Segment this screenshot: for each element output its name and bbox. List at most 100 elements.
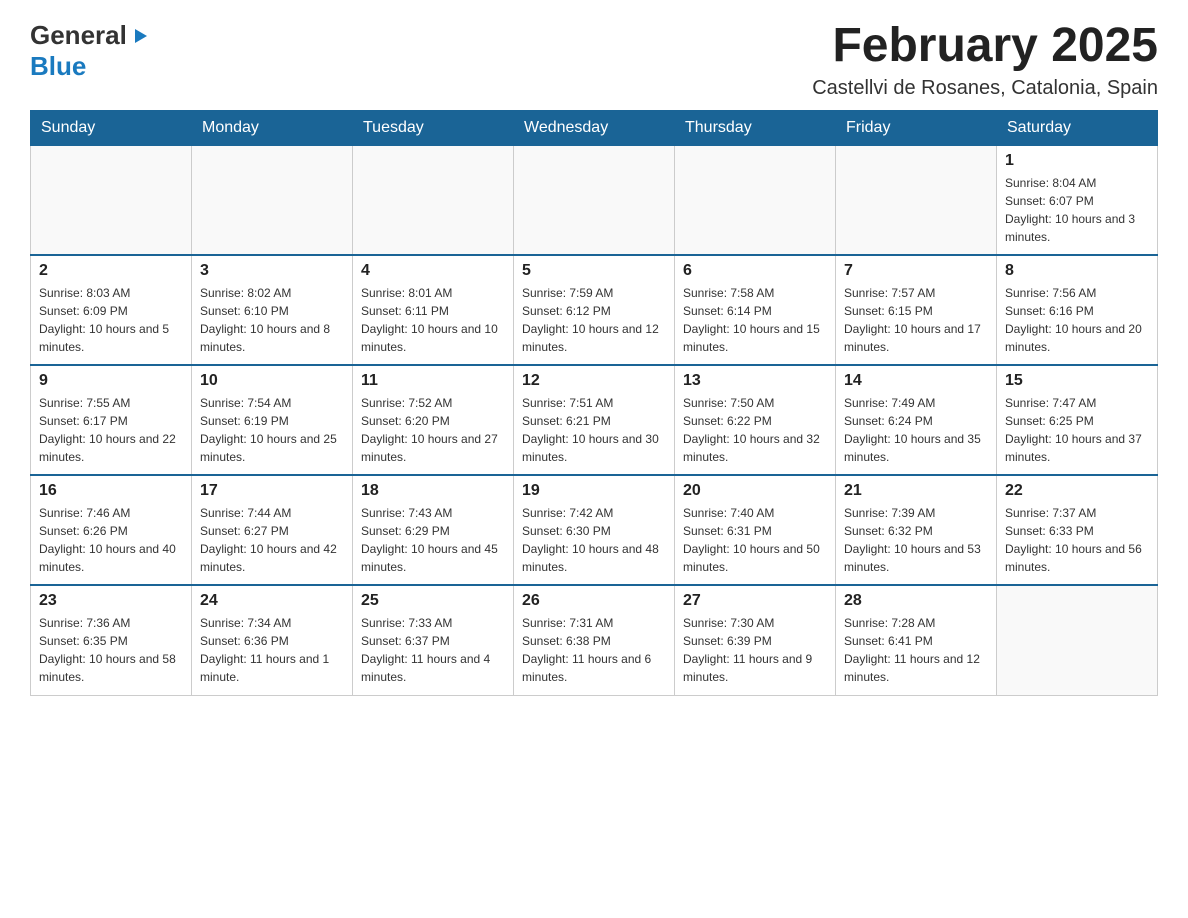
calendar-cell bbox=[836, 145, 997, 255]
calendar-cell bbox=[353, 145, 514, 255]
day-number: 7 bbox=[844, 262, 988, 280]
calendar-cell: 12 Sunrise: 7:51 AMSunset: 6:21 PMDayligh… bbox=[514, 365, 675, 475]
calendar-cell bbox=[997, 585, 1158, 695]
calendar-cell: 27Sunrise: 7:30 AMSunset: 6:39 PMDayligh… bbox=[675, 585, 836, 695]
calendar-cell: 16 Sunrise: 7:46 AMSunset: 6:26 PMDayligh… bbox=[31, 475, 192, 585]
sun-info: Sunrise: 8:04 AMSunset: 6:07 PMDaylight:… bbox=[1005, 174, 1149, 246]
header-saturday: Saturday bbox=[997, 110, 1158, 145]
calendar-cell: 26 Sunrise: 7:31 AMSunset: 6:38 PMDayligh… bbox=[514, 585, 675, 695]
calendar-cell: 28 Sunrise: 7:28 AMSunset: 6:41 PMDayligh… bbox=[836, 585, 997, 695]
day-number: 23 bbox=[39, 592, 183, 610]
calendar-cell: 6 Sunrise: 7:58 AMSunset: 6:14 PMDaylight… bbox=[675, 255, 836, 365]
calendar-cell bbox=[31, 145, 192, 255]
sun-info: Sunrise: 7:50 AMSunset: 6:22 PMDaylight:… bbox=[683, 394, 827, 466]
calendar-body: 1 Sunrise: 8:04 AMSunset: 6:07 PMDaylight… bbox=[31, 145, 1158, 695]
calendar-cell: 17 Sunrise: 7:44 AMSunset: 6:27 PMDayligh… bbox=[192, 475, 353, 585]
sun-info: Sunrise: 7:58 AMSunset: 6:14 PMDaylight:… bbox=[683, 284, 827, 356]
sun-info: Sunrise: 7:31 AMSunset: 6:38 PMDaylight:… bbox=[522, 614, 666, 686]
day-number: 12 bbox=[522, 372, 666, 390]
logo-arrow-icon bbox=[127, 25, 149, 47]
day-number: 5 bbox=[522, 262, 666, 280]
calendar-cell: 2 Sunrise: 8:03 AMSunset: 6:09 PMDaylight… bbox=[31, 255, 192, 365]
calendar-cell: 20 Sunrise: 7:40 AMSunset: 6:31 PMDayligh… bbox=[675, 475, 836, 585]
sun-info: Sunrise: 7:46 AMSunset: 6:26 PMDaylight:… bbox=[39, 504, 183, 576]
sun-info: Sunrise: 7:28 AMSunset: 6:41 PMDaylight:… bbox=[844, 614, 988, 686]
sun-info: Sunrise: 7:36 AMSunset: 6:35 PMDaylight:… bbox=[39, 614, 183, 686]
sun-info: Sunrise: 7:54 AMSunset: 6:19 PMDaylight:… bbox=[200, 394, 344, 466]
calendar-cell: 14Sunrise: 7:49 AMSunset: 6:24 PMDayligh… bbox=[836, 365, 997, 475]
sun-info: Sunrise: 7:59 AMSunset: 6:12 PMDaylight:… bbox=[522, 284, 666, 356]
calendar-cell: 24Sunrise: 7:34 AMSunset: 6:36 PMDayligh… bbox=[192, 585, 353, 695]
calendar-cell: 15 Sunrise: 7:47 AMSunset: 6:25 PMDayligh… bbox=[997, 365, 1158, 475]
week-row-0: 1 Sunrise: 8:04 AMSunset: 6:07 PMDaylight… bbox=[31, 145, 1158, 255]
calendar-cell: 23 Sunrise: 7:36 AMSunset: 6:35 PMDayligh… bbox=[31, 585, 192, 695]
day-number: 25 bbox=[361, 592, 505, 610]
week-row-4: 23 Sunrise: 7:36 AMSunset: 6:35 PMDayligh… bbox=[31, 585, 1158, 695]
day-number: 4 bbox=[361, 262, 505, 280]
calendar-cell: 18 Sunrise: 7:43 AMSunset: 6:29 PMDayligh… bbox=[353, 475, 514, 585]
title-block: February 2025 Castellvi de Rosanes, Cata… bbox=[812, 20, 1158, 100]
calendar-cell bbox=[514, 145, 675, 255]
day-number: 3 bbox=[200, 262, 344, 280]
day-number: 26 bbox=[522, 592, 666, 610]
calendar-cell bbox=[192, 145, 353, 255]
day-number: 14 bbox=[844, 372, 988, 390]
day-number: 10 bbox=[200, 372, 344, 390]
header-sunday: Sunday bbox=[31, 110, 192, 145]
calendar-cell: 13 Sunrise: 7:50 AMSunset: 6:22 PMDayligh… bbox=[675, 365, 836, 475]
calendar-cell: 4Sunrise: 8:01 AMSunset: 6:11 PMDaylight… bbox=[353, 255, 514, 365]
calendar-cell: 11Sunrise: 7:52 AMSunset: 6:20 PMDayligh… bbox=[353, 365, 514, 475]
sun-info: Sunrise: 8:03 AMSunset: 6:09 PMDaylight:… bbox=[39, 284, 183, 356]
day-number: 9 bbox=[39, 372, 183, 390]
day-number: 15 bbox=[1005, 372, 1149, 390]
calendar-cell: 9 Sunrise: 7:55 AMSunset: 6:17 PMDaylight… bbox=[31, 365, 192, 475]
header-monday: Monday bbox=[192, 110, 353, 145]
calendar-cell: 19Sunrise: 7:42 AMSunset: 6:30 PMDayligh… bbox=[514, 475, 675, 585]
subtitle: Castellvi de Rosanes, Catalonia, Spain bbox=[812, 77, 1158, 100]
sun-info: Sunrise: 7:30 AMSunset: 6:39 PMDaylight:… bbox=[683, 614, 827, 686]
logo: General Blue bbox=[30, 20, 149, 82]
day-number: 19 bbox=[522, 482, 666, 500]
calendar-cell: 3 Sunrise: 8:02 AMSunset: 6:10 PMDaylight… bbox=[192, 255, 353, 365]
header-tuesday: Tuesday bbox=[353, 110, 514, 145]
sun-info: Sunrise: 7:37 AMSunset: 6:33 PMDaylight:… bbox=[1005, 504, 1149, 576]
calendar-cell: 7 Sunrise: 7:57 AMSunset: 6:15 PMDaylight… bbox=[836, 255, 997, 365]
calendar-cell bbox=[675, 145, 836, 255]
day-number: 22 bbox=[1005, 482, 1149, 500]
calendar-cell: 5 Sunrise: 7:59 AMSunset: 6:12 PMDaylight… bbox=[514, 255, 675, 365]
sun-info: Sunrise: 7:55 AMSunset: 6:17 PMDaylight:… bbox=[39, 394, 183, 466]
day-number: 28 bbox=[844, 592, 988, 610]
day-number: 16 bbox=[39, 482, 183, 500]
page-header: General Blue February 2025 Castellvi de … bbox=[30, 20, 1158, 100]
sun-info: Sunrise: 7:56 AMSunset: 6:16 PMDaylight:… bbox=[1005, 284, 1149, 356]
sun-info: Sunrise: 8:02 AMSunset: 6:10 PMDaylight:… bbox=[200, 284, 344, 356]
calendar-cell: 1 Sunrise: 8:04 AMSunset: 6:07 PMDaylight… bbox=[997, 145, 1158, 255]
sun-info: Sunrise: 7:51 AMSunset: 6:21 PMDaylight:… bbox=[522, 394, 666, 466]
week-row-3: 16 Sunrise: 7:46 AMSunset: 6:26 PMDayligh… bbox=[31, 475, 1158, 585]
day-number: 17 bbox=[200, 482, 344, 500]
header-thursday: Thursday bbox=[675, 110, 836, 145]
sun-info: Sunrise: 7:43 AMSunset: 6:29 PMDaylight:… bbox=[361, 504, 505, 576]
sun-info: Sunrise: 7:47 AMSunset: 6:25 PMDaylight:… bbox=[1005, 394, 1149, 466]
day-number: 6 bbox=[683, 262, 827, 280]
day-number: 24 bbox=[200, 592, 344, 610]
sun-info: Sunrise: 7:57 AMSunset: 6:15 PMDaylight:… bbox=[844, 284, 988, 356]
logo-general-text: General bbox=[30, 20, 127, 51]
day-number: 18 bbox=[361, 482, 505, 500]
day-number: 21 bbox=[844, 482, 988, 500]
day-number: 1 bbox=[1005, 152, 1149, 170]
calendar-header: SundayMondayTuesdayWednesdayThursdayFrid… bbox=[31, 110, 1158, 145]
day-number: 8 bbox=[1005, 262, 1149, 280]
week-row-1: 2 Sunrise: 8:03 AMSunset: 6:09 PMDaylight… bbox=[31, 255, 1158, 365]
sun-info: Sunrise: 7:40 AMSunset: 6:31 PMDaylight:… bbox=[683, 504, 827, 576]
day-number: 20 bbox=[683, 482, 827, 500]
logo-blue-text: Blue bbox=[30, 51, 86, 82]
main-title: February 2025 bbox=[812, 20, 1158, 73]
sun-info: Sunrise: 7:39 AMSunset: 6:32 PMDaylight:… bbox=[844, 504, 988, 576]
day-number: 2 bbox=[39, 262, 183, 280]
day-number: 13 bbox=[683, 372, 827, 390]
calendar-cell: 21 Sunrise: 7:39 AMSunset: 6:32 PMDayligh… bbox=[836, 475, 997, 585]
calendar-cell: 22 Sunrise: 7:37 AMSunset: 6:33 PMDayligh… bbox=[997, 475, 1158, 585]
calendar-table: SundayMondayTuesdayWednesdayThursdayFrid… bbox=[30, 110, 1158, 696]
sun-info: Sunrise: 7:44 AMSunset: 6:27 PMDaylight:… bbox=[200, 504, 344, 576]
